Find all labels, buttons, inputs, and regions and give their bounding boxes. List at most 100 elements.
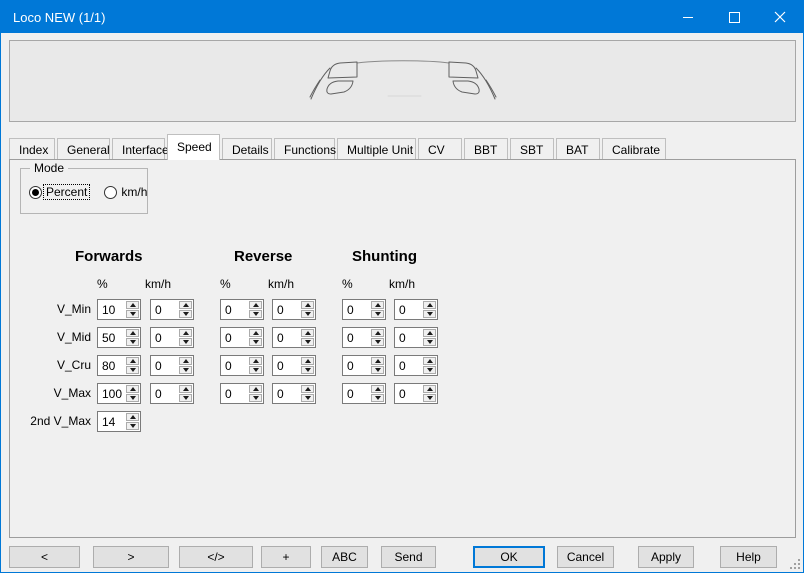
spin-2nd-vmax-fwd-percent[interactable]: 14 [97, 411, 141, 432]
spin-value[interactable]: 0 [343, 356, 370, 375]
spin-up-button[interactable] [126, 413, 139, 421]
tab-functions[interactable]: Functions [274, 138, 335, 160]
cancel-button[interactable]: Cancel [557, 546, 614, 568]
spin-up-button[interactable] [423, 301, 436, 309]
spin-up-button[interactable] [179, 301, 192, 309]
spin-vmin-rev-percent[interactable]: 0 [220, 299, 264, 320]
spin-up-button[interactable] [301, 301, 314, 309]
apply-button[interactable]: Apply [638, 546, 694, 568]
spin-down-button[interactable] [126, 394, 139, 402]
tab-speed[interactable]: Speed [167, 134, 220, 160]
spin-value[interactable]: 0 [395, 300, 422, 319]
spin-down-button[interactable] [126, 366, 139, 374]
maximize-button[interactable] [711, 1, 757, 33]
kmh-radio-label[interactable]: km/h [119, 185, 149, 199]
spin-value[interactable]: 0 [221, 384, 248, 403]
spin-vmid-rev-kmh[interactable]: 0 [272, 327, 316, 348]
ok-button[interactable]: OK [473, 546, 545, 568]
spin-value[interactable]: 0 [343, 328, 370, 347]
spin-value[interactable]: 0 [221, 356, 248, 375]
spin-value[interactable]: 0 [273, 384, 300, 403]
spin-value[interactable]: 0 [221, 328, 248, 347]
kmh-radio[interactable] [104, 186, 117, 199]
titlebar[interactable]: Loco NEW (1/1) [1, 1, 803, 33]
next-loco-button[interactable]: > [93, 546, 169, 568]
spin-vmax-shunt-kmh[interactable]: 0 [394, 383, 438, 404]
prev-loco-button[interactable]: < [9, 546, 80, 568]
spin-up-button[interactable] [249, 357, 262, 365]
tab-index[interactable]: Index [9, 138, 55, 160]
spin-vmin-shunt-percent[interactable]: 0 [342, 299, 386, 320]
spin-up-button[interactable] [126, 301, 139, 309]
tab-cv[interactable]: CV [418, 138, 462, 160]
spin-down-button[interactable] [423, 338, 436, 346]
spin-up-button[interactable] [423, 329, 436, 337]
spin-vmax-rev-kmh[interactable]: 0 [272, 383, 316, 404]
spin-vcru-shunt-kmh[interactable]: 0 [394, 355, 438, 376]
spin-value[interactable]: 0 [395, 356, 422, 375]
spin-up-button[interactable] [249, 301, 262, 309]
spin-up-button[interactable] [126, 357, 139, 365]
spin-down-button[interactable] [301, 338, 314, 346]
spin-down-button[interactable] [423, 310, 436, 318]
help-button[interactable]: Help [720, 546, 777, 568]
spin-vmid-shunt-kmh[interactable]: 0 [394, 327, 438, 348]
spin-down-button[interactable] [371, 310, 384, 318]
spin-vmin-shunt-kmh[interactable]: 0 [394, 299, 438, 320]
spin-value[interactable]: 0 [151, 328, 178, 347]
tab-general[interactable]: General [57, 138, 110, 160]
spin-vmid-shunt-percent[interactable]: 0 [342, 327, 386, 348]
spin-down-button[interactable] [249, 366, 262, 374]
spin-vcru-rev-percent[interactable]: 0 [220, 355, 264, 376]
spin-vcru-rev-kmh[interactable]: 0 [272, 355, 316, 376]
send-button[interactable]: Send [381, 546, 436, 568]
spin-value[interactable]: 0 [273, 328, 300, 347]
spin-up-button[interactable] [249, 329, 262, 337]
spin-up-button[interactable] [423, 385, 436, 393]
tab-bat[interactable]: BAT [556, 138, 600, 160]
spin-vmid-fwd-percent[interactable]: 50 [97, 327, 141, 348]
spin-value[interactable]: 0 [395, 384, 422, 403]
tab-interface[interactable]: Interface [112, 138, 165, 160]
spin-value[interactable]: 0 [221, 300, 248, 319]
spin-up-button[interactable] [371, 357, 384, 365]
abc-button[interactable]: ABC [321, 546, 368, 568]
spin-vcru-fwd-percent[interactable]: 80 [97, 355, 141, 376]
spin-up-button[interactable] [301, 385, 314, 393]
spin-up-button[interactable] [179, 385, 192, 393]
spin-vmin-fwd-percent[interactable]: 10 [97, 299, 141, 320]
spin-vmin-rev-kmh[interactable]: 0 [272, 299, 316, 320]
spin-up-button[interactable] [371, 329, 384, 337]
spin-down-button[interactable] [179, 366, 192, 374]
spin-down-button[interactable] [249, 310, 262, 318]
tab-details[interactable]: Details [222, 138, 272, 160]
spin-up-button[interactable] [179, 357, 192, 365]
spin-down-button[interactable] [126, 310, 139, 318]
spin-value[interactable]: 0 [343, 384, 370, 403]
spin-value[interactable]: 0 [343, 300, 370, 319]
spin-vmax-fwd-percent[interactable]: 100 [97, 383, 141, 404]
spin-down-button[interactable] [423, 394, 436, 402]
spin-down-button[interactable] [301, 366, 314, 374]
spin-vcru-shunt-percent[interactable]: 0 [342, 355, 386, 376]
spin-vmid-rev-percent[interactable]: 0 [220, 327, 264, 348]
spin-down-button[interactable] [301, 310, 314, 318]
spin-up-button[interactable] [249, 385, 262, 393]
spin-value[interactable]: 0 [273, 300, 300, 319]
spin-down-button[interactable] [371, 338, 384, 346]
percent-radio-label[interactable]: Percent [44, 185, 89, 199]
spin-value[interactable]: 0 [151, 384, 178, 403]
minimize-button[interactable] [665, 1, 711, 33]
spin-value[interactable]: 0 [151, 356, 178, 375]
spin-up-button[interactable] [423, 357, 436, 365]
spin-down-button[interactable] [301, 394, 314, 402]
spin-up-button[interactable] [371, 301, 384, 309]
spin-down-button[interactable] [179, 310, 192, 318]
spin-vmin-fwd-kmh[interactable]: 0 [150, 299, 194, 320]
spin-down-button[interactable] [179, 338, 192, 346]
spin-value[interactable]: 0 [151, 300, 178, 319]
tab-calibrate[interactable]: Calibrate [602, 138, 666, 160]
spin-down-button[interactable] [423, 366, 436, 374]
spin-up-button[interactable] [301, 329, 314, 337]
spin-vmid-fwd-kmh[interactable]: 0 [150, 327, 194, 348]
